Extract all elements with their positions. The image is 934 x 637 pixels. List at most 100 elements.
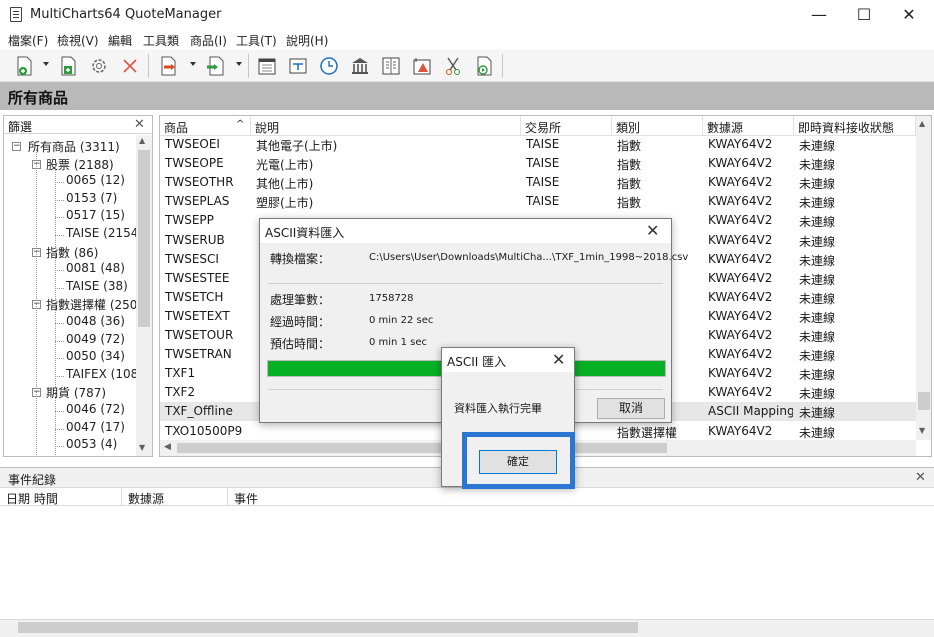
tree-node[interactable]: 股票 (2188) (46, 156, 114, 174)
event-log-scrollbar-thumb[interactable] (18, 622, 638, 633)
table-cell[interactable]: 指數選擇權 (617, 424, 702, 441)
scroll-down-icon[interactable]: ▼ (919, 426, 925, 435)
table-cell[interactable]: 未連線 (799, 366, 915, 383)
event-col-datetime[interactable]: 日期 時間 (0, 488, 122, 506)
import-dialog-close-icon[interactable]: ✕ (646, 221, 659, 240)
tree-node[interactable]: 指數選擇權 (250 (46, 296, 137, 314)
table-cell[interactable]: 未連線 (799, 424, 915, 441)
table-cell[interactable]: KWAY64V2 (708, 213, 793, 227)
table-cell[interactable]: 指數 (617, 137, 702, 154)
table-cell[interactable]: TWSETEXT (165, 309, 250, 323)
tree-node[interactable]: 0047 (17) (66, 420, 125, 438)
grid-horizontal-thumb[interactable] (177, 443, 667, 453)
filter-scrollbar-thumb[interactable] (138, 150, 150, 327)
table-cell[interactable]: 未連線 (799, 290, 915, 307)
table-cell[interactable]: 未連線 (799, 309, 915, 326)
scroll-down-icon[interactable]: ▼ (139, 443, 145, 452)
alert-icon[interactable] (411, 55, 433, 77)
table-cell[interactable]: KWAY64V2 (708, 366, 793, 380)
calendar-icon[interactable] (256, 55, 278, 77)
exchange-icon[interactable] (349, 55, 371, 77)
table-cell[interactable]: 塑膠(上市) (256, 194, 520, 211)
event-log-close-icon[interactable]: ✕ (915, 470, 926, 485)
table-cell[interactable]: KWAY64V2 (708, 424, 793, 438)
export-dropdown[interactable] (236, 62, 242, 66)
table-cell[interactable]: 未連線 (799, 156, 915, 173)
tree-node[interactable]: 0065 (12) (66, 173, 125, 191)
grid-column-header[interactable]: 數據源 (703, 116, 794, 136)
new-symbol-icon[interactable] (14, 55, 36, 77)
close-button[interactable]: ✕ (886, 0, 932, 30)
event-col-event[interactable]: 事件 (228, 488, 934, 506)
tree-node[interactable]: 0081 (48) (66, 261, 125, 279)
table-cell[interactable]: 未連線 (799, 271, 915, 288)
table-cell[interactable]: 未連線 (799, 328, 915, 345)
event-col-datasource[interactable]: 數據源 (122, 488, 228, 506)
table-cell[interactable]: KWAY64V2 (708, 347, 793, 361)
table-cell[interactable]: TAISE (526, 137, 611, 151)
minimize-button[interactable]: — (796, 0, 842, 30)
clock-icon[interactable] (318, 55, 340, 77)
settings-gear-icon[interactable] (88, 55, 110, 77)
tree-node[interactable]: TAISE (38) (66, 279, 128, 297)
table-cell[interactable]: 未連線 (799, 385, 915, 402)
tree-node[interactable]: 0046 (72) (66, 402, 125, 420)
tree-node[interactable]: 指數 (86) (46, 244, 98, 262)
table-cell[interactable]: 未連線 (799, 233, 915, 250)
table-cell[interactable]: TWSEOTHR (165, 175, 250, 189)
menu-tools[interactable]: 工具(T) (236, 32, 277, 49)
table-cell[interactable]: TAISE (526, 156, 611, 170)
table-cell[interactable]: ASCII Mapping (708, 404, 793, 418)
table-cell[interactable]: KWAY64V2 (708, 194, 793, 208)
tree-node[interactable]: 0049 (72) (66, 332, 125, 350)
table-cell[interactable]: TWSETCH (165, 290, 250, 304)
table-cell[interactable]: TXF1 (165, 366, 250, 380)
completion-dialog-close-icon[interactable]: ✕ (552, 350, 565, 369)
table-cell[interactable]: TWSETOUR (165, 328, 250, 342)
table-cell[interactable]: TAISE (526, 194, 611, 208)
cancel-button[interactable]: 取消 (597, 398, 665, 419)
table-cell[interactable]: TWSESCI (165, 252, 250, 266)
tree-node[interactable]: 0050 (34) (66, 349, 125, 367)
import-dropdown[interactable] (190, 62, 196, 66)
table-cell[interactable]: TAISE (526, 175, 611, 189)
table-cell[interactable]: 未連線 (799, 347, 915, 364)
grid-vertical-thumb[interactable] (918, 392, 930, 410)
grid-column-header[interactable]: 交易所 (521, 116, 612, 136)
scroll-left-icon[interactable]: ◀ (164, 442, 171, 452)
filter-close-icon[interactable]: ✕ (134, 117, 145, 132)
menu-view[interactable]: 檢視(V) (57, 32, 99, 49)
table-cell[interactable]: 指數 (617, 175, 702, 192)
table-cell[interactable]: 指數 (617, 194, 702, 211)
delete-icon[interactable] (119, 55, 141, 77)
maximize-button[interactable]: ☐ (841, 0, 887, 30)
book-icon[interactable] (380, 55, 402, 77)
table-cell[interactable]: KWAY64V2 (708, 328, 793, 342)
cut-icon[interactable] (442, 55, 464, 77)
table-cell[interactable]: KWAY64V2 (708, 385, 793, 399)
grid-column-header[interactable]: 類別 (612, 116, 703, 136)
menu-instruments[interactable]: 商品(I) (190, 32, 227, 49)
tree-node[interactable]: 0048 (36) (66, 314, 125, 332)
export-data-icon[interactable] (204, 55, 226, 77)
table-cell[interactable]: 未連線 (799, 137, 915, 154)
table-cell[interactable]: TXO10500P9 (165, 424, 250, 438)
menu-tool-types[interactable]: 工具類 (143, 32, 179, 49)
table-cell[interactable]: 未連線 (799, 175, 915, 192)
tree-node[interactable]: TAISE (2154) (66, 226, 143, 244)
menu-file[interactable]: 檔案(F) (8, 32, 48, 49)
table-cell[interactable]: 指數 (617, 156, 702, 173)
scroll-up-icon[interactable]: ▲ (139, 136, 145, 145)
table-cell[interactable]: TWSEPP (165, 213, 250, 227)
session-icon[interactable] (287, 55, 309, 77)
tree-node[interactable]: 所有商品 (3311) (28, 138, 120, 156)
grid-column-header[interactable]: 即時資料接收狀態 (794, 116, 916, 136)
play-icon[interactable] (473, 55, 495, 77)
table-cell[interactable]: TXF_Offline (165, 404, 250, 418)
import-data-icon[interactable] (158, 55, 180, 77)
table-cell[interactable]: TWSETRAN (165, 347, 250, 361)
table-cell[interactable]: TWSEOEI (165, 137, 250, 151)
grid-column-header[interactable]: 說明 (251, 116, 521, 136)
menu-edit[interactable]: 編輯 (108, 32, 132, 49)
table-cell[interactable]: TWSERUB (165, 233, 250, 247)
